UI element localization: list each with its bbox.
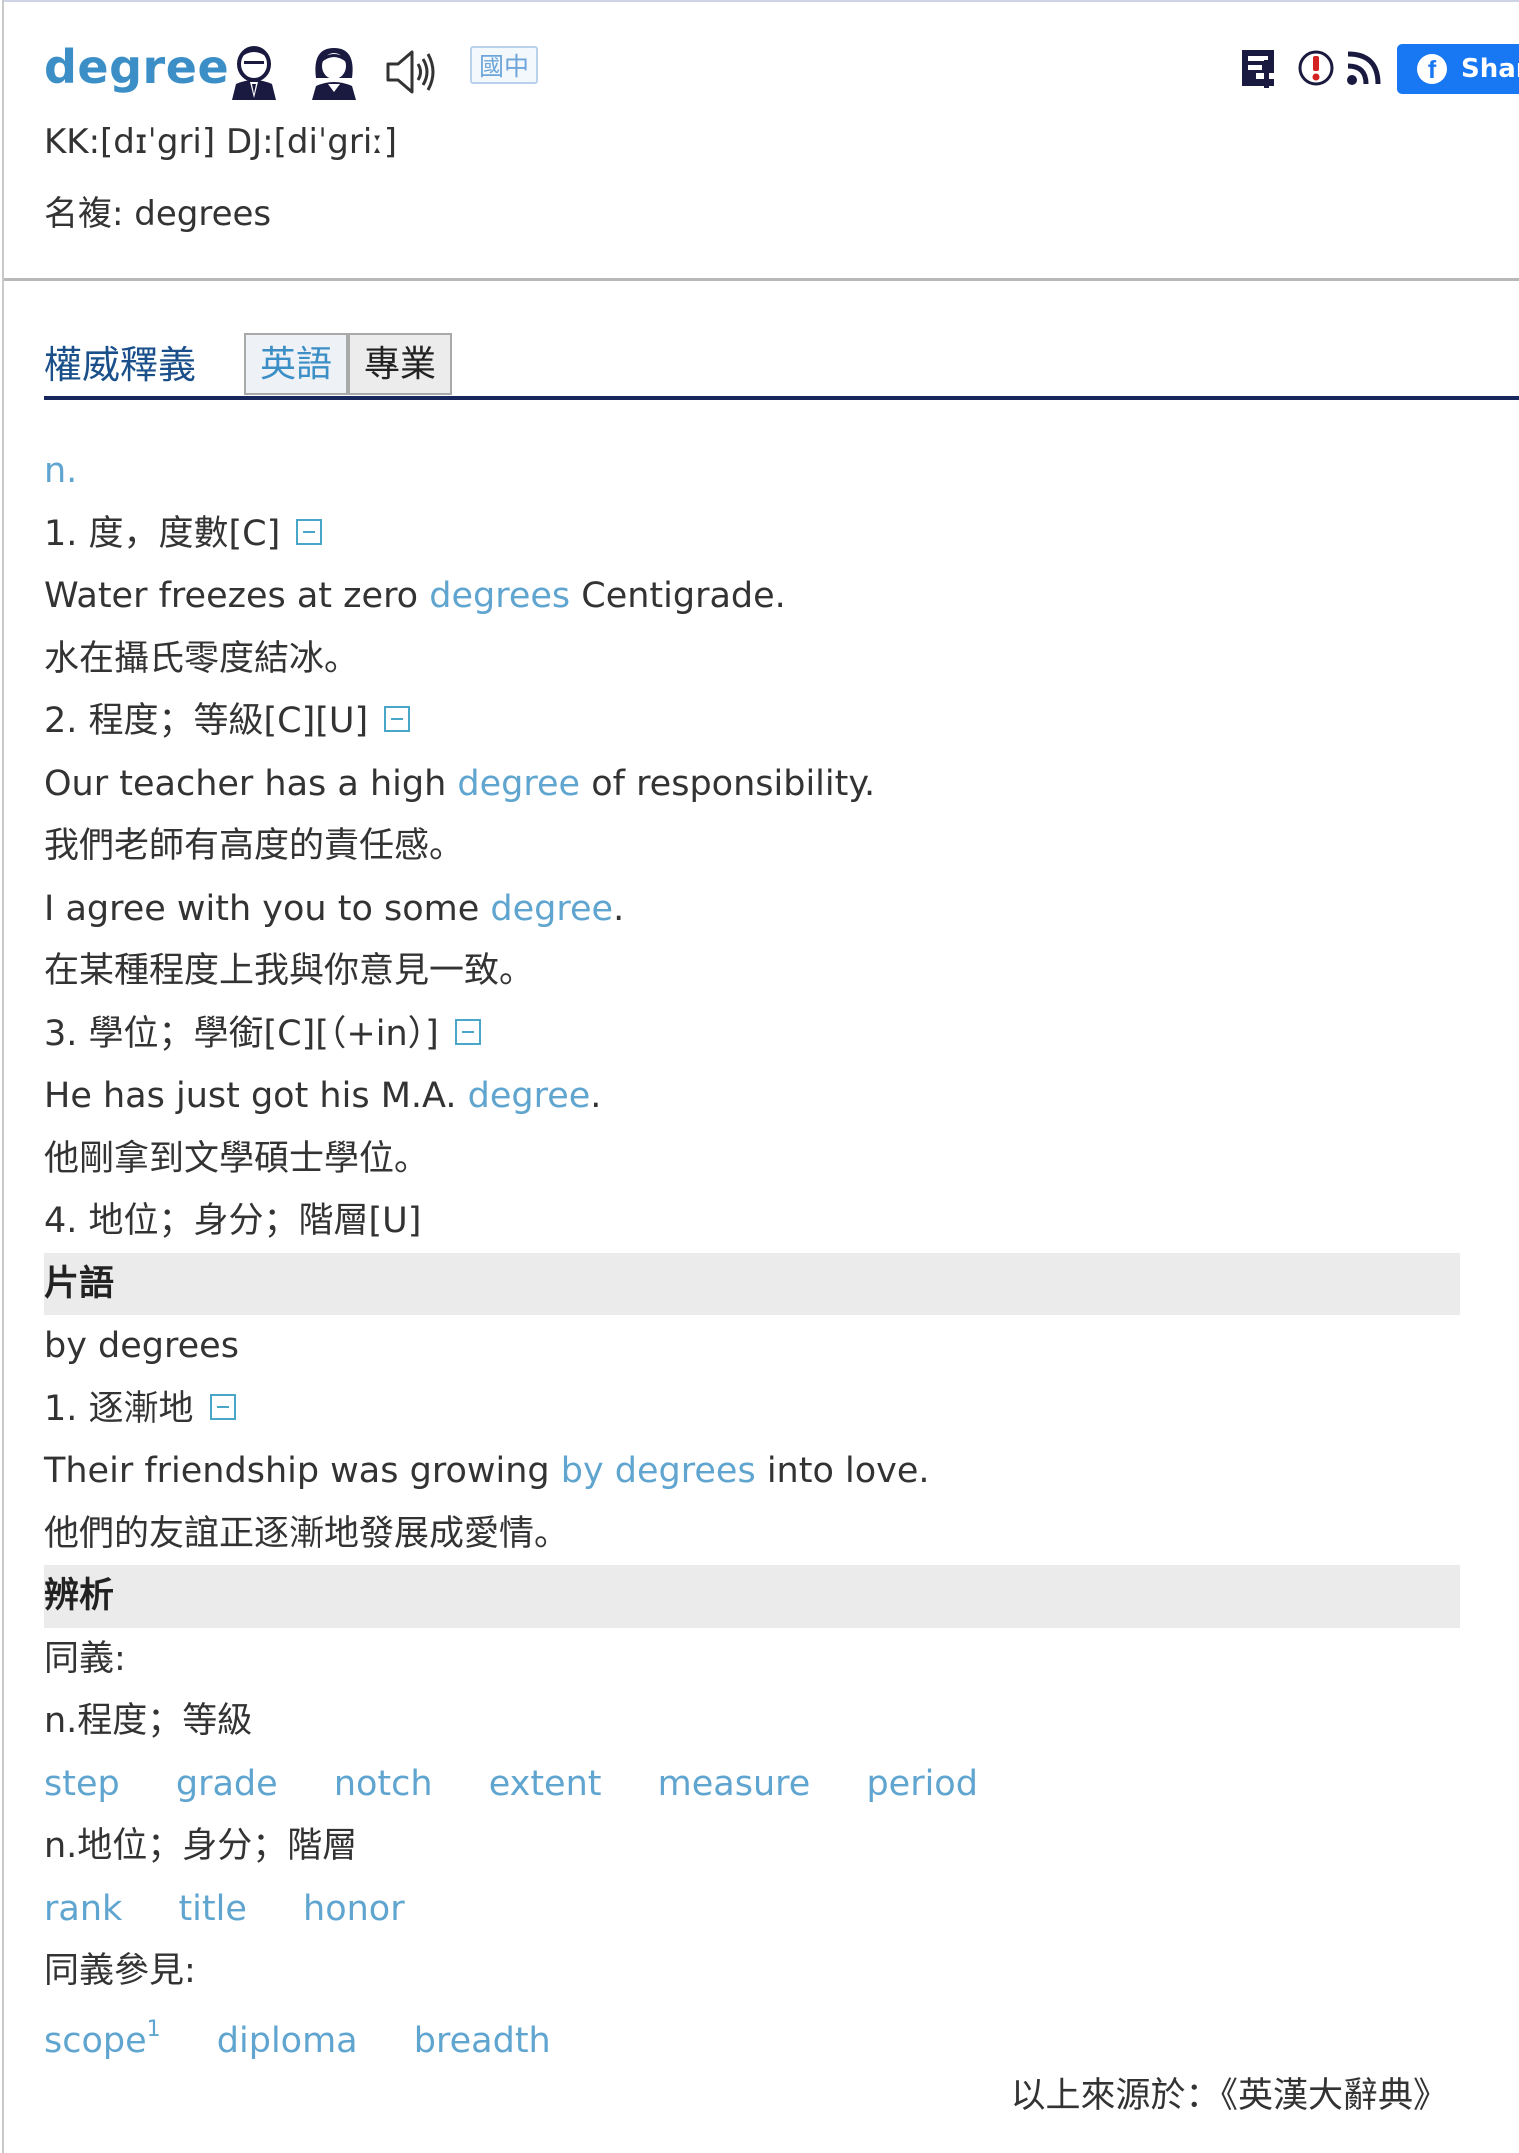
sense-text: 4. 地位；身分；階層[U] [44, 1201, 422, 1241]
sense-text: 1. 度，度數[C] [44, 513, 281, 554]
sense-row: 1. 度，度數[C] [44, 503, 1464, 566]
keyword-link[interactable]: degree [457, 764, 580, 804]
example-text: Centigrade. [570, 576, 786, 616]
share-label: Shar [1461, 54, 1519, 84]
page-left-border [2, 0, 4, 2153]
see-also-link[interactable]: diploma [217, 2021, 358, 2061]
synonym-link[interactable]: step [44, 1764, 120, 1804]
collapse-icon[interactable] [454, 1018, 481, 1045]
sense-text: 3. 學位；學銜[C][（+in）] [44, 1013, 439, 1054]
part-of-speech: n. [44, 451, 78, 491]
word-header: degree 國中 KK:[dɪˈgri] DJ:[diˈgriː] 名複: d… [4, 2, 1519, 278]
example-en: Our teacher has a high degree of respons… [44, 753, 1464, 816]
example-text: I agree with you to some [44, 888, 491, 929]
example-zh: 他們的友誼正逐漸地發展成愛情。 [44, 1513, 570, 1554]
see-also-link[interactable]: scope1 [44, 2017, 161, 2062]
keyword-link[interactable]: degree [468, 1076, 591, 1116]
synonym-links: step grade notch extent measure period [44, 1753, 1464, 1816]
tab-english[interactable]: 英語 [244, 333, 348, 395]
speaker-icon[interactable] [384, 46, 436, 98]
example-text: of responsibility. [580, 763, 876, 804]
synonym-links: rank title honor [44, 1878, 1464, 1941]
report-icon[interactable] [1294, 46, 1338, 90]
level-badge: 國中 [470, 46, 538, 84]
female-voice-icon[interactable] [306, 44, 362, 102]
example-text: . [590, 1076, 602, 1116]
example-text: into love. [755, 1451, 930, 1491]
sense-row: 2. 程度；等級[C][U] [44, 690, 1464, 753]
synonym-link[interactable]: notch [334, 1764, 433, 1804]
pronunciation: KK:[dɪˈgri] DJ:[diˈgriː] [44, 122, 397, 162]
synonym-link[interactable]: honor [303, 1889, 405, 1929]
synonym-group-label: n.程度；等級 [44, 1701, 253, 1741]
synonym-link[interactable]: grade [176, 1764, 278, 1804]
collapse-icon[interactable] [384, 706, 411, 732]
see-also-links: scope1 diploma breadth [44, 2003, 1464, 2066]
synonym-link[interactable]: extent [489, 1764, 602, 1804]
keyword-link[interactable]: degree [490, 889, 613, 929]
keyword-link[interactable]: by degrees [561, 1451, 756, 1491]
sense-row: 1. 逐漸地 [44, 1378, 1464, 1441]
example-zh: 他剛拿到文學碩士學位。 [44, 1138, 430, 1179]
facebook-share-button[interactable]: f Shar [1397, 44, 1519, 94]
example-en: He has just got his M.A. degree. [44, 1065, 1464, 1128]
example-text: Water freezes at zero [44, 576, 430, 616]
example-text: . [613, 888, 625, 929]
see-also-link[interactable]: breadth [414, 2021, 551, 2061]
see-also-word: scope [44, 2021, 147, 2062]
facebook-icon: f [1417, 54, 1447, 84]
headword: degree [44, 40, 230, 94]
example-zh: 我們老師有高度的責任感。 [44, 826, 465, 866]
synonym-link[interactable]: period [866, 1764, 978, 1804]
synonym-link[interactable]: measure [658, 1764, 811, 1804]
phrases-heading: 片語 [44, 1252, 1460, 1315]
word-card-icon[interactable] [1238, 46, 1282, 90]
synonym-link[interactable]: rank [44, 1889, 122, 1929]
header-divider [4, 278, 1519, 281]
collapse-icon[interactable] [296, 518, 323, 545]
synonym-label: 同義: [44, 1638, 126, 1679]
example-zh: 在某種程度上我與你意見一致。 [44, 951, 535, 991]
phrase-term: by degrees [44, 1326, 239, 1366]
example-text: He has just got his M.A. [44, 1076, 468, 1116]
sense-row: 3. 學位；學銜[C][（+in）] [44, 1003, 1464, 1066]
example-en: I agree with you to some degree. [44, 878, 1464, 941]
rss-icon[interactable] [1342, 46, 1386, 90]
example-en: Their friendship was growing by degrees … [44, 1440, 1464, 1503]
sense-text: 1. 逐漸地 [44, 1388, 194, 1429]
section-title: 權威釋義 [44, 343, 197, 387]
collapse-icon[interactable] [209, 1393, 236, 1420]
sense-row: 4. 地位；身分；階層[U] [44, 1190, 1464, 1253]
example-zh: 水在攝氏零度結冰。 [44, 638, 360, 679]
male-voice-icon[interactable] [226, 44, 282, 102]
plural-form: 名複: degrees [44, 194, 272, 234]
example-text: Our teacher has a high [44, 763, 458, 804]
sense-text: 2. 程度；等級[C][U] [44, 701, 369, 741]
see-also-label: 同義參見: [44, 1951, 196, 1991]
synonym-link[interactable]: title [178, 1889, 246, 1929]
example-en: Water freezes at zero degrees Centigrade… [44, 565, 1464, 628]
superscript: 1 [146, 2016, 161, 2042]
source-attribution: 以上來源於：《英漢大辭典》 [1010, 2076, 1448, 2116]
analysis-heading: 辨析 [44, 1565, 1460, 1628]
synonym-group-label: n.地位；身分；階層 [44, 1826, 358, 1866]
tab-professional[interactable]: 專業 [348, 333, 452, 395]
keyword-link[interactable]: degrees [429, 576, 570, 616]
definition-content: n. 1. 度，度數[C] Water freezes at zero degr… [44, 440, 1464, 2128]
tab-underline [44, 396, 1519, 400]
example-text: Their friendship was growing [44, 1451, 561, 1491]
